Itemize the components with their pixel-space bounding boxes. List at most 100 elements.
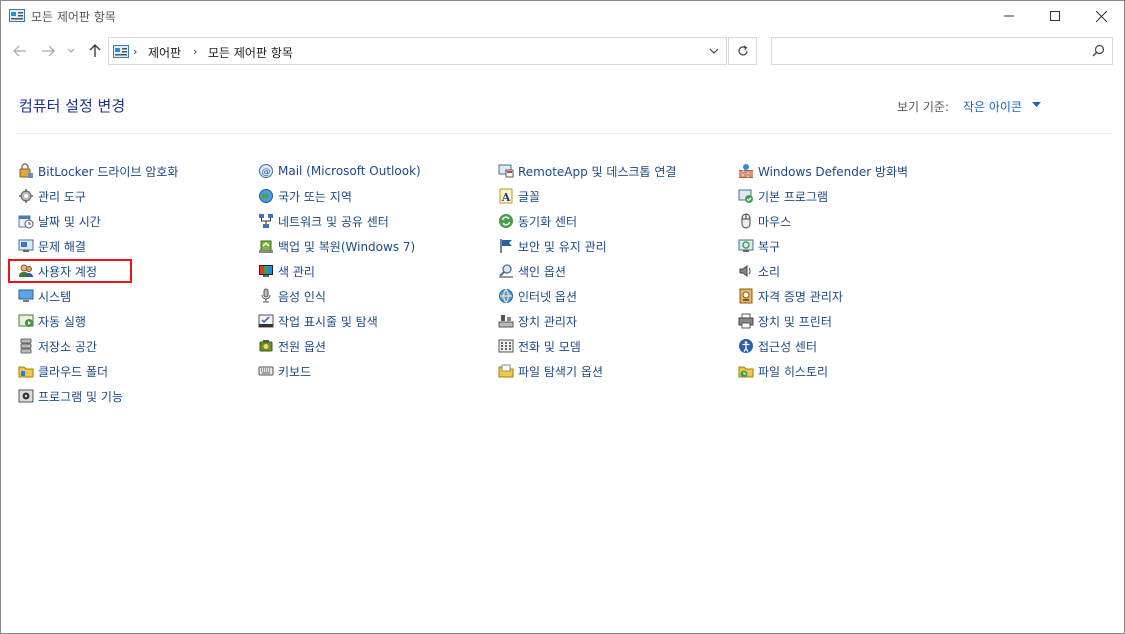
credential-icon <box>739 288 753 304</box>
breadcrumb-all-items[interactable]: 모든 제어판 항목 <box>208 44 293 61</box>
control-panel-item-label[interactable]: 클라우드 폴더 <box>38 363 108 380</box>
chevron-right-icon[interactable]: › <box>193 45 197 58</box>
forward-button[interactable] <box>38 41 58 61</box>
control-panel-item[interactable]: A 글꼴 <box>498 187 540 205</box>
control-panel-item-label[interactable]: 사용자 계정 <box>38 263 97 280</box>
control-panel-item-label[interactable]: 마우스 <box>758 213 791 230</box>
refresh-button[interactable] <box>728 37 757 65</box>
control-panel-item[interactable]: 복구 <box>738 237 780 255</box>
maximize-button[interactable] <box>1032 1 1078 31</box>
view-by-dropdown[interactable]: 작은 아이콘 <box>963 98 1022 115</box>
control-panel-item[interactable]: 백업 및 복원(Windows 7) <box>258 237 415 255</box>
control-panel-item-label[interactable]: 인터넷 옵션 <box>518 288 577 305</box>
control-panel-item-label[interactable]: 국가 또는 지역 <box>278 188 352 205</box>
control-panel-item[interactable]: 키보드 <box>258 362 311 380</box>
control-panel-item-label[interactable]: 복구 <box>758 238 780 255</box>
control-panel-item[interactable]: 국가 또는 지역 <box>258 187 352 205</box>
control-panel-item-label[interactable]: 음성 인식 <box>278 288 326 305</box>
control-panel-item-label[interactable]: 장치 및 프린터 <box>758 313 832 330</box>
control-panel-item[interactable]: 접근성 센터 <box>738 337 817 355</box>
control-panel-item[interactable]: 음성 인식 <box>258 287 326 305</box>
control-panel-item-label[interactable]: 저장소 공간 <box>38 338 97 355</box>
breadcrumb-control-panel[interactable]: 제어판 <box>148 44 181 61</box>
address-bar[interactable]: › 제어판 › 모든 제어판 항목 <box>108 37 727 65</box>
control-panel-item[interactable]: 파일 탐색기 옵션 <box>498 362 603 380</box>
control-panel-item[interactable]: @ Mail (Microsoft Outlook) <box>258 162 421 180</box>
control-panel-item-label[interactable]: 소리 <box>758 263 780 280</box>
control-panel-item[interactable]: 색인 옵션 <box>498 262 566 280</box>
control-panel-item-label[interactable]: 동기화 센터 <box>518 213 577 230</box>
storage-spaces-icon <box>20 338 32 354</box>
control-panel-item-label[interactable]: 자격 증명 관리자 <box>758 288 843 305</box>
control-panel-item-label[interactable]: 문제 해결 <box>38 238 86 255</box>
control-panel-item[interactable]: 자격 증명 관리자 <box>738 287 843 305</box>
work-folders-icon <box>18 366 34 378</box>
control-panel-item[interactable]: 사용자 계정 <box>18 262 97 280</box>
control-panel-item-label[interactable]: 전화 및 모뎀 <box>518 338 581 355</box>
control-panel-item[interactable]: 관리 도구 <box>18 187 86 205</box>
control-panel-item[interactable]: 동기화 센터 <box>498 212 577 230</box>
search-icon[interactable] <box>1092 44 1105 57</box>
control-panel-item[interactable]: 날짜 및 시간 <box>18 212 101 230</box>
back-button[interactable] <box>10 41 30 61</box>
control-panel-item[interactable]: Windows Defender 방화벽 <box>738 162 908 180</box>
control-panel-item[interactable]: 네트워크 및 공유 센터 <box>258 212 389 230</box>
control-panel-item[interactable]: 파일 히스토리 <box>738 362 828 380</box>
control-panel-item[interactable]: 소리 <box>738 262 780 280</box>
minimize-button[interactable] <box>986 1 1032 31</box>
control-panel-item-label[interactable]: Mail (Microsoft Outlook) <box>278 164 421 178</box>
recent-locations-button[interactable] <box>65 41 77 61</box>
control-panel-item[interactable]: RemoteApp 및 데스크톱 연결 <box>498 162 676 180</box>
control-panel-item[interactable]: 문제 해결 <box>18 237 86 255</box>
control-panel-item-label[interactable]: 접근성 센터 <box>758 338 817 355</box>
control-panel-item-label[interactable]: 전원 옵션 <box>278 338 326 355</box>
up-button[interactable] <box>85 41 105 61</box>
recovery-icon <box>738 239 754 252</box>
control-panel-item[interactable]: 색 관리 <box>258 262 315 280</box>
control-panel-item[interactable]: 전화 및 모뎀 <box>498 337 581 355</box>
control-panel-item-label[interactable]: 네트워크 및 공유 센터 <box>278 213 389 230</box>
search-input[interactable] <box>771 37 1113 65</box>
control-panel-item[interactable]: 기본 프로그램 <box>738 187 828 205</box>
svg-text:@: @ <box>262 168 271 178</box>
control-panel-item-label[interactable]: BitLocker 드라이브 암호화 <box>38 163 178 180</box>
control-panel-item-label[interactable]: 백업 및 복원(Windows 7) <box>278 238 415 255</box>
control-panel-item-label[interactable]: Windows Defender 방화벽 <box>758 163 908 180</box>
control-panel-item-label[interactable]: 글꼴 <box>518 188 540 205</box>
control-panel-item[interactable]: 인터넷 옵션 <box>498 287 577 305</box>
control-panel-item-label[interactable]: 관리 도구 <box>38 188 86 205</box>
control-panel-item-label[interactable]: 프로그램 및 기능 <box>38 388 123 405</box>
caret-down-icon[interactable] <box>1032 102 1041 108</box>
control-panel-item-label[interactable]: 자동 실행 <box>38 313 86 330</box>
control-panel-item[interactable]: BitLocker 드라이브 암호화 <box>18 162 178 180</box>
control-panel-item-label[interactable]: RemoteApp 및 데스크톱 연결 <box>518 163 676 180</box>
control-panel-item[interactable]: 보안 및 유지 관리 <box>498 237 607 255</box>
control-panel-item[interactable]: 작업 표시줄 및 탐색 <box>258 312 378 330</box>
control-panel-item-label[interactable]: 날짜 및 시간 <box>38 213 101 230</box>
control-panel-item[interactable]: 클라우드 폴더 <box>18 362 108 380</box>
control-panel-item[interactable]: 장치 및 프린터 <box>738 312 832 330</box>
control-panel-item[interactable]: 장치 관리자 <box>498 312 577 330</box>
control-panel-item[interactable]: 자동 실행 <box>18 312 86 330</box>
control-panel-item-label[interactable]: 기본 프로그램 <box>758 188 828 205</box>
control-panel-item-label[interactable]: 키보드 <box>278 363 311 380</box>
control-panel-item-label[interactable]: 작업 표시줄 및 탐색 <box>278 313 378 330</box>
control-panel-item-label[interactable]: 장치 관리자 <box>518 313 577 330</box>
control-panel-item-label[interactable]: 시스템 <box>38 288 71 305</box>
control-panel-item-label[interactable]: 색 관리 <box>278 263 315 280</box>
control-panel-item[interactable]: 전원 옵션 <box>258 337 326 355</box>
control-panel-item[interactable]: 저장소 공간 <box>18 337 97 355</box>
control-panel-icon <box>9 9 25 22</box>
control-panel-item-label[interactable]: 보안 및 유지 관리 <box>518 238 607 255</box>
control-panel-item[interactable]: 시스템 <box>18 287 71 305</box>
control-panel-item-label[interactable]: 파일 히스토리 <box>758 363 828 380</box>
control-panel-item[interactable]: 프로그램 및 기능 <box>18 387 123 405</box>
chevron-right-icon[interactable]: › <box>133 45 137 58</box>
firewall-icon <box>739 164 753 178</box>
chevron-down-icon <box>709 48 719 54</box>
close-button[interactable] <box>1078 1 1124 31</box>
control-panel-item[interactable]: 마우스 <box>738 212 791 230</box>
control-panel-item-label[interactable]: 파일 탐색기 옵션 <box>518 363 603 380</box>
address-dropdown-button[interactable] <box>701 38 727 64</box>
control-panel-item-label[interactable]: 색인 옵션 <box>518 263 566 280</box>
